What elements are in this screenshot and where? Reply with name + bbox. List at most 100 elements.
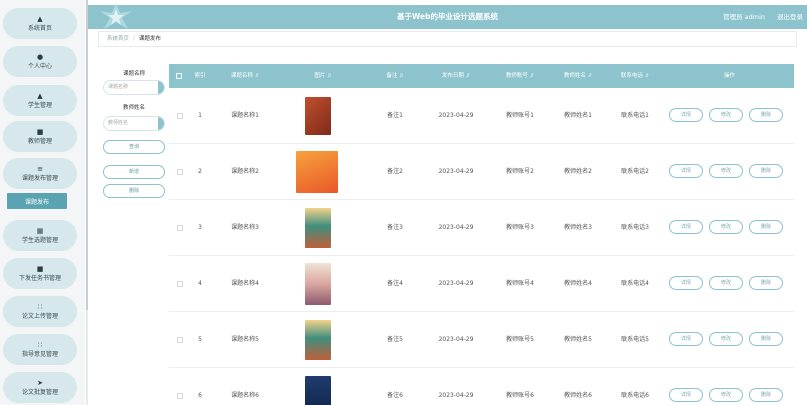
teacher-filter-input[interactable]: 教师姓名 [103, 116, 165, 131]
table-row: 4 课题名称4 备注4 2023-04-29 教师账号4 教师姓名4 联系电话4… [169, 256, 794, 312]
app-title: 基于Web的毕业设计选题系统 [397, 12, 498, 21]
column-header[interactable]: 联系电话 ⇵ [605, 64, 665, 88]
sidebar-item-paper-upload[interactable]: ∷ 论文上传管理 [3, 296, 77, 327]
select-all-checkbox[interactable] [176, 73, 182, 79]
edit-button[interactable]: 修改 [709, 332, 743, 346]
detail-button[interactable]: 详情 [669, 276, 703, 290]
sidebar-scrollbar-thumb[interactable] [86, 0, 88, 310]
cell-remark: 备注5 [387, 336, 403, 343]
cell-topic-name: 课题名称2 [231, 168, 259, 175]
teacher-icon: ■ [36, 127, 44, 136]
cell-date: 2023-04-29 [438, 112, 474, 119]
edit-button[interactable]: 修改 [709, 164, 743, 178]
sidebar-item-label: 指导意见管理 [21, 350, 58, 358]
topic-image [305, 320, 331, 360]
detail-button[interactable]: 详情 [669, 332, 703, 346]
delete-button[interactable]: 删除 [749, 220, 783, 234]
table-row: 6 课题名称6 备注6 2023-04-29 教师账号6 教师姓名6 联系电话6… [169, 368, 794, 405]
sidebar-item-task[interactable]: ■ 下发任务书管理 [3, 258, 77, 289]
teacher-filter-label: 教师姓名 [122, 105, 145, 111]
row-checkbox[interactable] [177, 113, 183, 119]
cell-date: 2023-04-29 [438, 224, 474, 231]
student-icon: ▲ [37, 91, 43, 100]
doc-icon: ■ [36, 264, 44, 273]
send-icon: ➤ [37, 378, 43, 387]
column-header[interactable]: 教师姓名 ⇵ [551, 64, 605, 88]
cell-date: 2023-04-29 [438, 392, 474, 399]
home-icon: ▲ [37, 14, 43, 23]
cell-remark: 备注4 [387, 280, 403, 287]
column-header: 操作 [723, 73, 735, 79]
column-header[interactable]: 索引 [189, 64, 211, 88]
column-header[interactable]: 图片 ⇵ [279, 64, 367, 88]
cell-teacher-account: 教师账号4 [506, 280, 534, 287]
cell-date: 2023-04-29 [438, 336, 474, 343]
row-checkbox[interactable] [177, 393, 183, 399]
sidebar-item-label: 论文批复管理 [21, 388, 58, 396]
breadcrumb-home[interactable]: 系统首页 [107, 36, 129, 42]
row-checkbox[interactable] [177, 337, 183, 343]
grid-icon: ▦ [36, 226, 44, 235]
cell-teacher-name: 教师姓名3 [564, 224, 592, 231]
column-header[interactable]: 备注 ⇵ [367, 64, 423, 88]
table-header: 索引 课题名称 ⇵ 图片 ⇵ 备注 ⇵ 发布日期 ⇵ 教师账号 ⇵ 教师姓名 ⇵ 联系电话 ⇵… [169, 64, 794, 88]
delete-button[interactable]: 删除 [749, 108, 783, 122]
column-header[interactable]: 教师账号 ⇵ [489, 64, 551, 88]
detail-button[interactable]: 详情 [669, 388, 703, 402]
sidebar-item-topic-publish[interactable]: ≡ 课题发布管理 [3, 158, 77, 189]
detail-button[interactable]: 详情 [669, 164, 703, 178]
cell-remark: 备注6 [387, 392, 403, 399]
detail-button[interactable]: 详情 [669, 220, 703, 234]
column-header[interactable]: 发布日期 ⇵ [423, 64, 489, 88]
sidebar-item-students[interactable]: ▲ 学生管理 [3, 85, 77, 116]
edit-button[interactable]: 修改 [709, 276, 743, 290]
cell-phone: 联系电话5 [621, 336, 649, 343]
row-checkbox[interactable] [177, 169, 183, 175]
row-checkbox[interactable] [177, 281, 183, 287]
sidebar-item-paper-reply[interactable]: ➤ 论文批复管理 [3, 372, 77, 403]
current-user: 管理员 admin [723, 13, 765, 21]
topic-filter-input[interactable]: 课题名称 [103, 80, 165, 95]
delete-button[interactable]: 删除 [749, 332, 783, 346]
sidebar-item-label: 学生管理 [27, 101, 52, 109]
topic-table: 索引 课题名称 ⇵ 图片 ⇵ 备注 ⇵ 发布日期 ⇵ 教师账号 ⇵ 教师姓名 ⇵ 联系电话 ⇵… [169, 64, 794, 405]
sidebar-item-home[interactable]: ▲ 系统首页 [3, 8, 77, 39]
delete-button[interactable]: 删除 [749, 164, 783, 178]
cell-teacher-account: 教师账号3 [506, 224, 534, 231]
sidebar-item-guidance[interactable]: ∷ 指导意见管理 [3, 334, 77, 365]
delete-button[interactable]: 删除 [749, 276, 783, 290]
cell-topic-name: 课题名称5 [231, 336, 259, 343]
sort-icon: ⇵ [465, 73, 471, 79]
sidebar-subitem-active[interactable]: 课题发布 [7, 193, 67, 209]
cell-teacher-account: 教师账号6 [506, 392, 534, 399]
topic-image [305, 376, 331, 405]
column-header[interactable]: 课题名称 ⇵ [211, 64, 279, 88]
sidebar-item-profile[interactable]: ● 个人中心 [3, 46, 77, 77]
logout-link[interactable]: 退出登录 [777, 5, 803, 29]
sidebar-item-student-selection[interactable]: ▦ 学生选题管理 [3, 220, 77, 251]
detail-button[interactable]: 详情 [669, 108, 703, 122]
cell-topic-name: 课题名称6 [231, 392, 259, 399]
add-button[interactable]: 新增 [103, 165, 165, 179]
sidebar-item-label: 系统首页 [27, 24, 52, 32]
row-checkbox[interactable] [177, 225, 183, 231]
sort-icon: ⇵ [587, 73, 593, 79]
cell-topic-name: 课题名称4 [231, 280, 259, 287]
batch-delete-button[interactable]: 删除 [103, 184, 165, 198]
sort-icon: ⇵ [254, 73, 260, 79]
edit-button[interactable]: 修改 [709, 108, 743, 122]
cell-phone: 联系电话1 [621, 112, 649, 119]
cell-index: 6 [198, 392, 202, 399]
delete-button[interactable]: 删除 [749, 388, 783, 402]
topic-image [296, 151, 338, 193]
query-button[interactable]: 查询 [103, 140, 165, 154]
table-row: 3 课题名称3 备注3 2023-04-29 教师账号3 教师姓名3 联系电话3… [169, 200, 794, 256]
topic-image [305, 208, 331, 248]
edit-button[interactable]: 修改 [709, 220, 743, 234]
breadcrumb-current: 课题发布 [138, 36, 161, 42]
edit-button[interactable]: 修改 [709, 388, 743, 402]
sidebar-item-teachers[interactable]: ■ 教师管理 [3, 121, 77, 152]
cell-teacher-name: 教师姓名6 [564, 392, 592, 399]
cell-index: 2 [198, 168, 202, 175]
cell-teacher-name: 教师姓名4 [564, 280, 592, 287]
